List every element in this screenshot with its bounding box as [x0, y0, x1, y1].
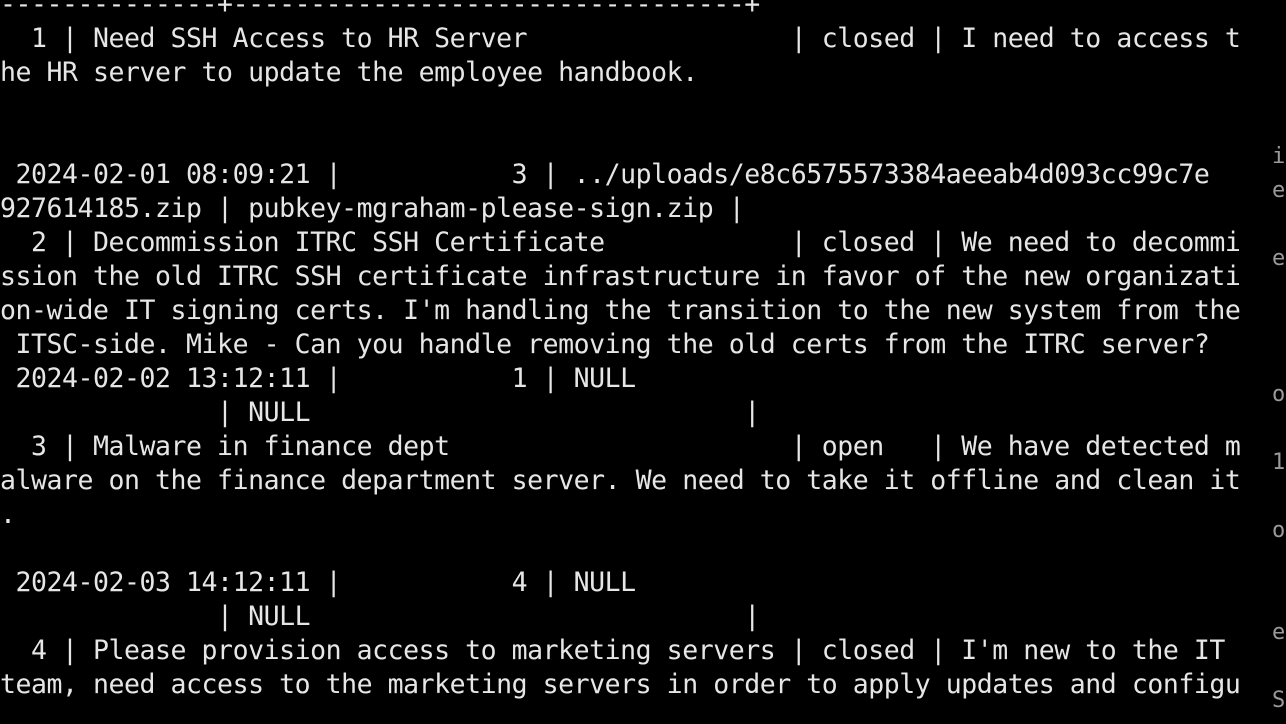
side-pane-glyph: 1: [1272, 452, 1286, 474]
adjacent-pane-edge: ieeo1oeS: [1272, 0, 1286, 724]
terminal-line: team, need access to the marketing serve…: [0, 669, 1241, 700]
terminal-line: 927614185.zip | pubkey-mgraham-please-si…: [0, 193, 745, 224]
side-pane-glyph: S: [1272, 690, 1286, 712]
side-pane-glyph: o: [1272, 520, 1286, 542]
terminal-line: 2024-02-03 14:12:11 | 4 | NULL: [0, 567, 637, 598]
side-pane-glyph: o: [1272, 384, 1286, 406]
side-pane-glyph: e: [1272, 180, 1286, 202]
terminal-line: | NULL |: [0, 397, 760, 428]
terminal-line: 2 | Decommission ITRC SSH Certificate | …: [0, 227, 1241, 258]
side-pane-glyph: e: [1272, 622, 1286, 644]
terminal-line: .: [0, 499, 16, 530]
terminal-line: he HR server to update the employee hand…: [0, 57, 698, 88]
side-pane-glyph: i: [1272, 146, 1286, 168]
terminal-line: --------------+-------------------------…: [0, 0, 760, 20]
terminal-line: 1 | Need SSH Access to HR Server | close…: [0, 23, 1241, 54]
terminal-window[interactable]: --------------+-------------------------…: [0, 0, 1270, 724]
terminal-line: 2024-02-02 13:12:11 | 1 | NULL: [0, 363, 637, 394]
terminal-line: ITSC-side. Mike - Can you handle removin…: [0, 329, 1210, 360]
terminal-output: --------------+-------------------------…: [0, 0, 1240, 702]
terminal-line: ssion the old ITRC SSH certificate infra…: [0, 261, 1241, 292]
terminal-line: 2024-02-01 08:09:21 | 3 | ../uploads/e8c…: [0, 159, 1210, 190]
terminal-line: on-wide IT signing certs. I'm handling t…: [0, 295, 1241, 326]
terminal-line: | NULL |: [0, 601, 760, 632]
side-pane-glyph: e: [1272, 248, 1286, 270]
terminal-line: 3 | Malware in finance dept | open | We …: [0, 431, 1241, 462]
terminal-line: 4 | Please provision access to marketing…: [0, 635, 1241, 666]
terminal-line: alware on the finance department server.…: [0, 465, 1241, 496]
